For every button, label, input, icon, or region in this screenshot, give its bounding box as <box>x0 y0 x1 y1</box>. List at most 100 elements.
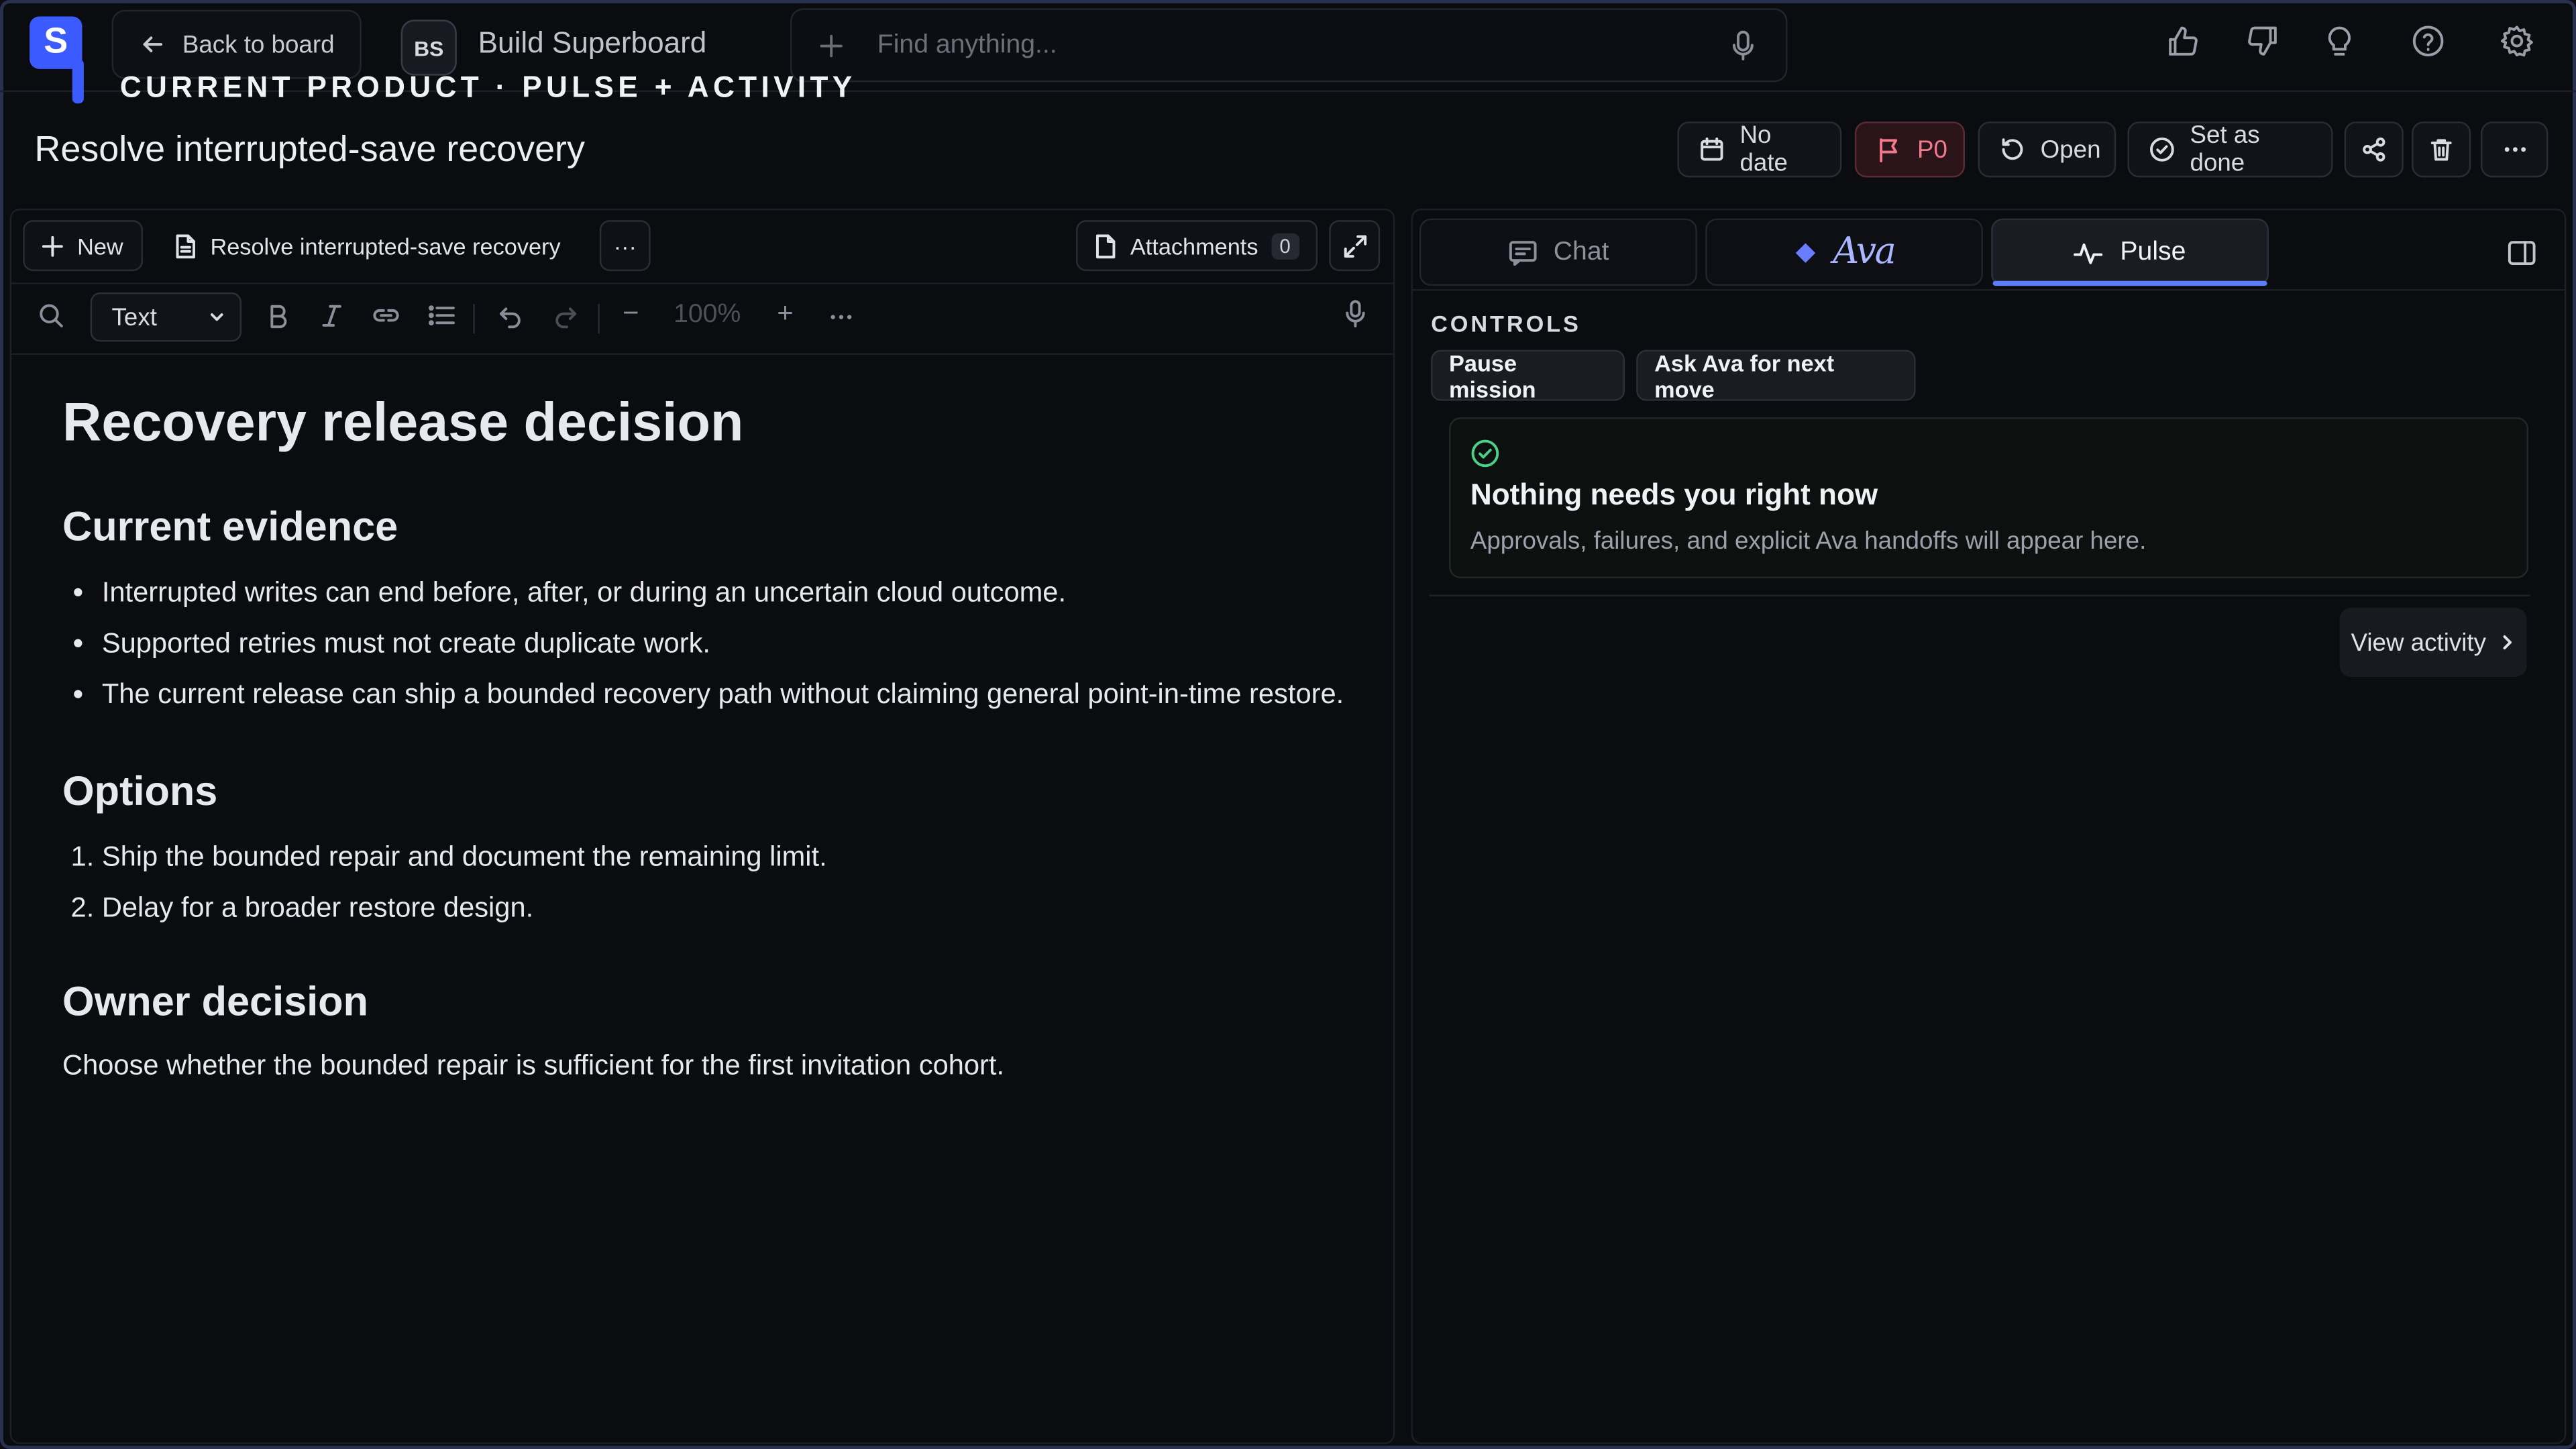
check-circle-icon <box>1470 439 1500 468</box>
chat-icon <box>1507 239 1537 266</box>
chevron-down-icon <box>207 307 227 327</box>
trash-icon <box>2428 136 2455 162</box>
app-logo[interactable]: S <box>30 16 89 104</box>
delete-button[interactable] <box>2412 121 2471 178</box>
file-icon <box>1094 233 1117 259</box>
due-date-button[interactable]: No date <box>1677 121 1842 178</box>
status-card-subtitle: Approvals, failures, and explicit Ava ha… <box>1470 527 2147 555</box>
pause-mission-button[interactable]: Pause mission <box>1431 349 1625 402</box>
tab-pulse[interactable]: Pulse <box>1991 218 2269 286</box>
section-heading: Owner decision <box>62 979 368 1026</box>
new-doc-button[interactable]: New <box>23 220 144 272</box>
view-activity-button[interactable]: View activity <box>2339 608 2527 677</box>
priority-label: P0 <box>1917 136 1947 164</box>
list-item: Ship the bounded repair and document the… <box>102 837 1344 877</box>
new-doc-label: New <box>77 232 123 259</box>
block-type-select[interactable]: Text <box>90 292 242 342</box>
chevron-right-icon <box>2500 633 2516 652</box>
share-button[interactable] <box>2344 121 2404 178</box>
link-icon[interactable] <box>371 303 400 329</box>
back-to-board-button[interactable]: Back to board <box>111 9 362 79</box>
toggle-panel-button[interactable] <box>2485 219 2556 286</box>
formatting-toolbar: Text − 100% + <box>11 282 1393 355</box>
bullet-list-icon[interactable] <box>427 303 457 329</box>
attachments-label: Attachments <box>1130 232 1258 259</box>
help-icon[interactable] <box>2410 23 2447 59</box>
due-date-label: No date <box>1739 121 1788 178</box>
sidebar-icon <box>2506 239 2536 265</box>
check-circle-icon <box>2149 136 2175 162</box>
thumbs-down-icon[interactable] <box>2244 23 2280 59</box>
attachments-count: 0 <box>1271 232 1299 259</box>
divider <box>1429 594 2530 596</box>
ask-ava-button[interactable]: Ask Ava for next move <box>1636 349 1916 402</box>
tab-pulse-label: Pulse <box>2120 237 2186 266</box>
side-panel: Chat Ava Pulse CONTROLS Pause mission As… <box>1411 209 2567 1444</box>
status-label: Open <box>2040 136 2101 164</box>
set-as-done-label: Set as done <box>2190 121 2260 178</box>
priority-button[interactable]: P0 <box>1854 121 1966 178</box>
flag-icon <box>1876 136 1902 162</box>
toolbar-divider <box>473 304 475 334</box>
tab-chat-label: Chat <box>1553 237 1609 266</box>
pulse-icon <box>2074 239 2104 265</box>
more-horizontal-icon[interactable] <box>828 306 854 329</box>
microphone-icon[interactable] <box>1730 29 1756 62</box>
toolbar-divider <box>598 304 600 334</box>
tab-chat[interactable]: Chat <box>1419 218 1697 286</box>
list-item: The current release can ship a bounded r… <box>102 674 1344 714</box>
status-card: Nothing needs you right now Approvals, f… <box>1449 417 2529 579</box>
global-search[interactable] <box>790 8 1788 83</box>
list-item: Supported retries must not create duplic… <box>102 623 1344 663</box>
bold-icon[interactable] <box>266 303 289 329</box>
task-title[interactable]: Resolve interrupted-save recovery <box>34 128 585 171</box>
set-as-done-button[interactable]: Set as done <box>2127 121 2333 178</box>
refresh-icon <box>1999 136 2025 162</box>
search-icon[interactable] <box>38 303 64 329</box>
zoom-in-button[interactable]: + <box>777 297 793 330</box>
calendar-icon <box>1699 136 1725 162</box>
thumbs-up-icon[interactable] <box>2165 23 2202 59</box>
expand-button[interactable] <box>1329 220 1381 272</box>
project-name[interactable]: Build Superboard <box>478 26 707 60</box>
controls-heading: CONTROLS <box>1431 310 1581 337</box>
section-label: CURRENT PRODUCT · PULSE + ACTIVITY <box>119 70 857 104</box>
tab-ava-label: Ava <box>1833 231 1896 273</box>
list-item: Interrupted writes can end before, after… <box>102 572 1344 612</box>
expand-icon <box>1342 233 1368 259</box>
options-list: Ship the bounded repair and document the… <box>62 837 1344 928</box>
status-button[interactable]: Open <box>1978 121 2116 178</box>
tab-ava[interactable]: Ava <box>1705 218 1983 286</box>
owner-decision-text: Choose whether the bounded repair is suf… <box>62 1049 1005 1081</box>
doc-tab[interactable]: Resolve interrupted-save recovery <box>156 220 592 271</box>
search-input[interactable] <box>873 28 1730 62</box>
redo-icon[interactable] <box>552 303 578 329</box>
logo-accent <box>72 59 84 104</box>
italic-icon[interactable] <box>321 303 343 329</box>
zoom-out-button[interactable]: − <box>623 297 639 330</box>
lightbulb-icon[interactable] <box>2323 23 2356 59</box>
more-options-button[interactable] <box>2480 121 2548 178</box>
arrow-left-icon <box>140 32 166 58</box>
doc-more-button[interactable]: ··· <box>599 220 651 272</box>
microphone-icon[interactable] <box>1344 299 1366 329</box>
undo-icon[interactable] <box>498 303 524 329</box>
diamond-icon <box>1794 241 1817 264</box>
section-heading: Options <box>62 769 218 815</box>
project-avatar[interactable]: BS <box>400 19 457 76</box>
attachments-button[interactable]: Attachments 0 <box>1076 220 1318 272</box>
doc-tab-label: Resolve interrupted-save recovery <box>210 232 561 259</box>
evidence-list: Interrupted writes can end before, after… <box>62 572 1344 714</box>
tab-divider <box>1413 289 2565 291</box>
plus-icon[interactable] <box>818 32 845 58</box>
list-item: Delay for a broader restore design. <box>102 887 1344 928</box>
document-body[interactable]: Recovery release decision Current eviden… <box>62 391 1344 1083</box>
editor-pane: New Resolve interrupted-save recovery ··… <box>9 209 1395 1444</box>
back-to-board-label: Back to board <box>182 30 335 58</box>
more-horizontal-icon <box>2502 136 2528 162</box>
document-title: Recovery release decision <box>62 390 744 452</box>
document-icon <box>174 233 197 259</box>
gear-icon[interactable] <box>2499 23 2535 59</box>
plus-icon <box>41 234 64 257</box>
status-card-title: Nothing needs you right now <box>1470 478 1878 511</box>
